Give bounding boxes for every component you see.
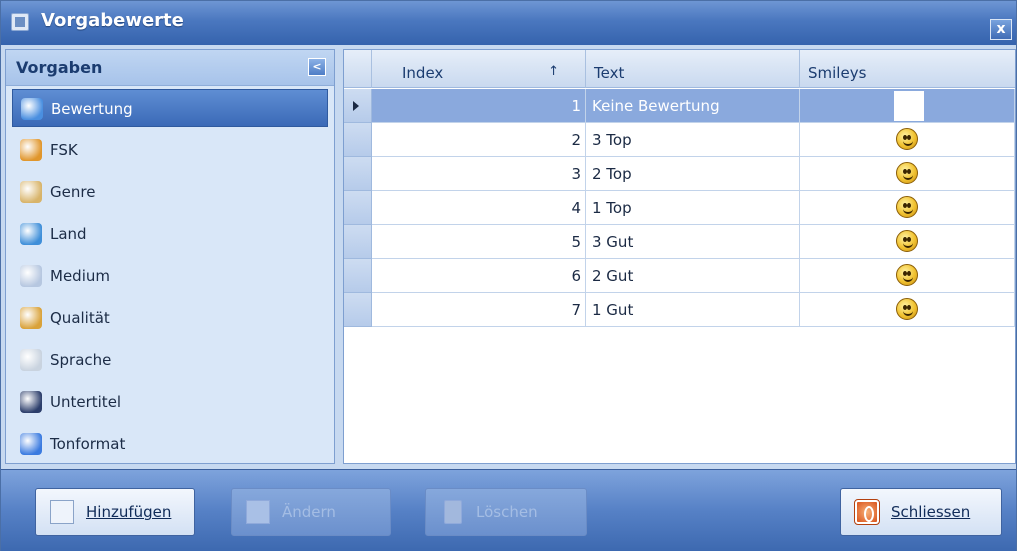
sidebar-item-label: Bewertung [51, 100, 133, 118]
table-row[interactable]: 41 Top [344, 191, 1015, 225]
close-button-label: Schliessen [891, 503, 971, 521]
empty-smiley-box [894, 91, 924, 121]
cell-text[interactable]: 2 Top [586, 157, 800, 191]
row-selector[interactable] [344, 157, 372, 191]
cell-smiley[interactable] [800, 89, 1015, 123]
sidebar-item-label: Land [50, 225, 87, 243]
edit-document-icon [246, 500, 270, 524]
sort-ascending-icon: ↑ [548, 64, 559, 79]
smiley-2-gut-icon [896, 264, 918, 286]
delete-button-label: Löschen [476, 503, 538, 521]
table-row[interactable]: 32 Top [344, 157, 1015, 191]
table-row[interactable]: 23 Top [344, 123, 1015, 157]
speech-bubble-icon [20, 349, 42, 371]
sidebar-item-sprache[interactable]: Sprache [12, 341, 328, 379]
cell-index[interactable]: 1 [372, 89, 586, 123]
table-row[interactable]: 53 Gut [344, 225, 1015, 259]
column-header-index[interactable]: Index ↑ [372, 50, 586, 88]
row-selector[interactable] [344, 259, 372, 293]
close-window-button[interactable]: x [990, 19, 1012, 40]
cell-text[interactable]: 1 Top [586, 191, 800, 225]
sidebar-item-label: Medium [50, 267, 110, 285]
cell-index[interactable]: 7 [372, 293, 586, 327]
cell-text[interactable]: 3 Top [586, 123, 800, 157]
sidebar-item-label: Qualität [50, 309, 110, 327]
age-rating-icon [20, 139, 42, 161]
sidebar-item-bewertung[interactable]: Bewertung [12, 89, 328, 127]
sidebar-item-label: Sprache [50, 351, 112, 369]
title-bar: Vorgabewerte x [1, 1, 1016, 45]
film-strip-icon [20, 181, 42, 203]
edit-button-label: Ändern [282, 503, 336, 521]
rating-icon [21, 98, 43, 120]
sidebar-item-qualit-t[interactable]: Qualität [12, 299, 328, 337]
sidebar-item-label: Untertitel [50, 393, 122, 411]
sidebar-item-land[interactable]: Land [12, 215, 328, 253]
cell-smiley[interactable] [800, 191, 1015, 225]
table-row[interactable]: 1 Keine Bewertung [344, 89, 1015, 123]
column-header-index-label: Index [402, 64, 444, 82]
row-selector[interactable] [344, 191, 372, 225]
smiley-3-top-icon [896, 128, 918, 150]
edit-button[interactable]: Ändern [231, 488, 391, 536]
sidebar-item-tonformat[interactable]: Tonformat [12, 425, 328, 463]
smiley-3-gut-icon [896, 230, 918, 252]
delete-button[interactable]: Löschen [425, 488, 587, 536]
power-icon [854, 499, 880, 525]
disc-icon [20, 265, 42, 287]
row-selector[interactable] [344, 225, 372, 259]
sidebar-item-label: Genre [50, 183, 96, 201]
cell-text[interactable]: 3 Gut [586, 225, 800, 259]
add-document-icon [50, 500, 74, 524]
vorgabewerte-window: Vorgabewerte x Vorgaben < Bewertung FSK Ge… [0, 0, 1017, 551]
collapse-sidebar-button[interactable]: < [308, 58, 326, 76]
sidebar-item-medium[interactable]: Medium [12, 257, 328, 295]
cell-text[interactable]: Keine Bewertung [586, 89, 800, 123]
column-header-text[interactable]: Text [586, 50, 800, 88]
sidebar-item-label: Tonformat [50, 435, 126, 453]
cell-smiley[interactable] [800, 225, 1015, 259]
grid-header: Index ↑ Text Smileys [344, 50, 1015, 88]
cell-text[interactable]: 1 Gut [586, 293, 800, 327]
sidebar-item-fsk[interactable]: FSK [12, 131, 328, 169]
column-header-smileys[interactable]: Smileys [800, 50, 1015, 88]
table-row[interactable]: 71 Gut [344, 293, 1015, 327]
subtitle-letters-icon [20, 391, 42, 413]
current-row-arrow-icon [353, 101, 359, 111]
sidebar-title: Vorgaben [16, 58, 103, 77]
cell-smiley[interactable] [800, 157, 1015, 191]
cell-index[interactable]: 2 [372, 123, 586, 157]
vorgaben-sidebar: Vorgaben < Bewertung FSK Genre Land Medium Qu… [5, 49, 335, 464]
music-note-icon [20, 433, 42, 455]
cell-index[interactable]: 4 [372, 191, 586, 225]
close-button[interactable]: Schliessen [840, 488, 1002, 536]
cell-index[interactable]: 3 [372, 157, 586, 191]
row-selector[interactable] [344, 293, 372, 327]
globe-icon [20, 223, 42, 245]
row-selector[interactable] [344, 89, 372, 123]
table-row[interactable]: 62 Gut [344, 259, 1015, 293]
smiley-1-gut-icon [896, 298, 918, 320]
app-icon [11, 13, 29, 31]
cell-text[interactable]: 2 Gut [586, 259, 800, 293]
add-button[interactable]: Hinzufügen [35, 488, 195, 536]
sidebar-item-untertitel[interactable]: Untertitel [12, 383, 328, 421]
add-button-label: Hinzufügen [86, 503, 172, 521]
cell-smiley[interactable] [800, 293, 1015, 327]
tools-icon [20, 307, 42, 329]
sidebar-item-label: FSK [50, 141, 78, 159]
cell-smiley[interactable] [800, 123, 1015, 157]
cell-smiley[interactable] [800, 259, 1015, 293]
window-title: Vorgabewerte [41, 10, 184, 31]
cell-index[interactable]: 6 [372, 259, 586, 293]
row-selector[interactable] [344, 123, 372, 157]
smiley-2-top-icon [896, 162, 918, 184]
values-grid: Index ↑ Text Smileys 1 Keine Bewertung 2 3 … [343, 49, 1016, 464]
sidebar-item-genre[interactable]: Genre [12, 173, 328, 211]
smiley-1-top-icon [896, 196, 918, 218]
trash-icon [444, 500, 462, 524]
row-indicator-header [344, 50, 372, 88]
cell-index[interactable]: 5 [372, 225, 586, 259]
sidebar-header: Vorgaben < [6, 50, 334, 86]
